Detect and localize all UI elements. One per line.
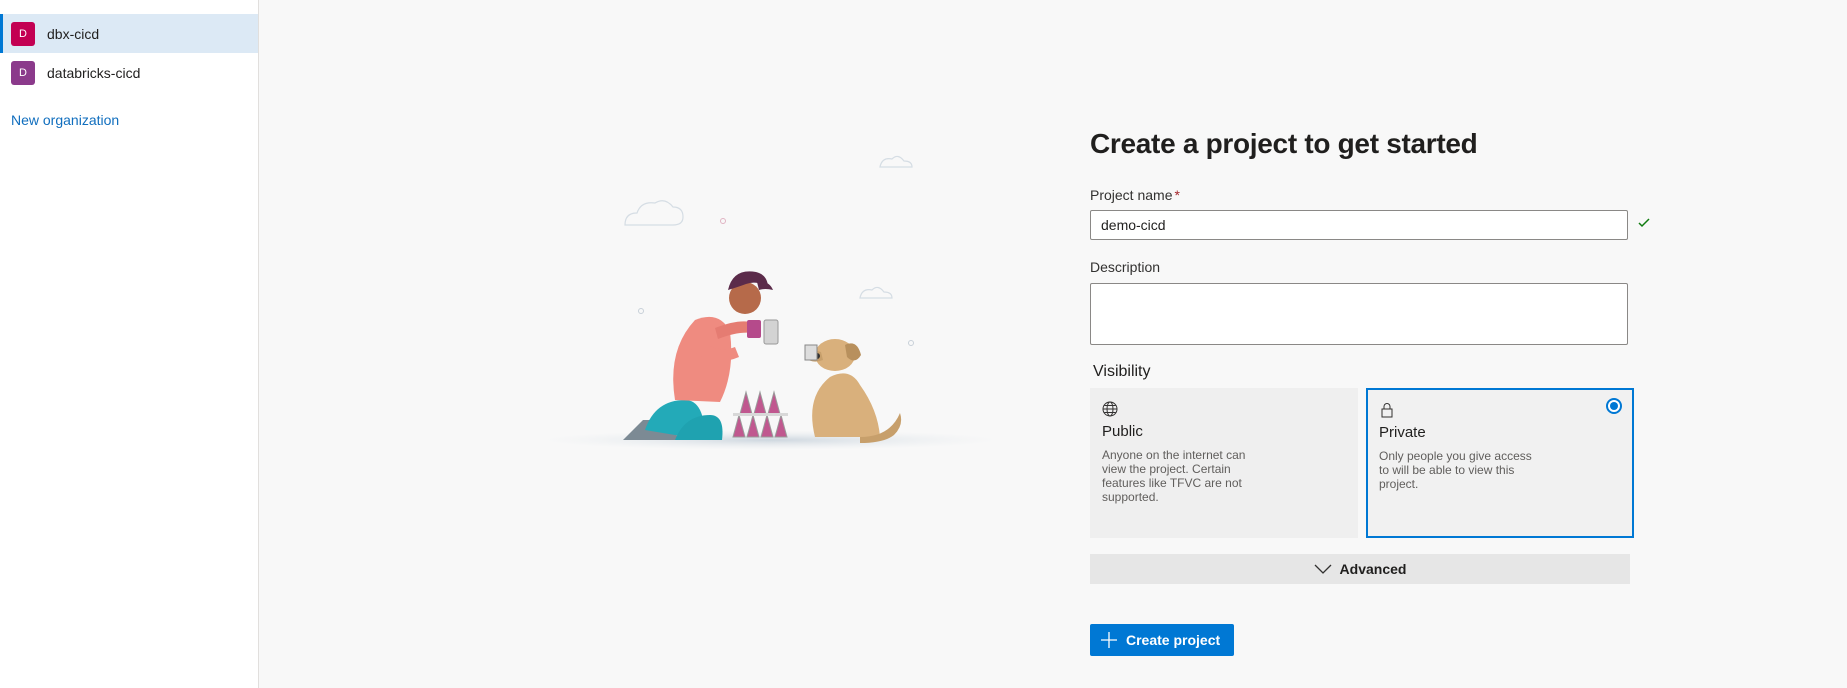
advanced-label: Advanced xyxy=(1339,561,1407,577)
description-label: Description xyxy=(1090,259,1161,275)
plus-icon xyxy=(1101,632,1117,648)
visibility-option-private[interactable]: Private Only people you give access to w… xyxy=(1366,388,1634,538)
org-avatar: D xyxy=(11,21,35,46)
org-label: databricks-cicd xyxy=(47,64,141,81)
org-label: dbx-cicd xyxy=(47,25,100,42)
checkmark-icon xyxy=(1638,216,1650,234)
org-item-databricks-cicd[interactable]: D databricks-cicd xyxy=(0,53,258,92)
project-name-label-text: Project name xyxy=(1090,187,1173,203)
org-avatar: D xyxy=(11,60,35,85)
private-option-title: Private xyxy=(1379,424,1426,441)
private-option-description: Only people you give access to will be a… xyxy=(1379,449,1532,491)
chevron-down-icon xyxy=(1314,564,1331,574)
page-title: Create a project to get started xyxy=(1090,128,1478,159)
globe-icon xyxy=(1102,401,1118,422)
project-name-input[interactable]: demo-cicd xyxy=(1090,210,1628,240)
description-input[interactable] xyxy=(1090,283,1628,345)
advanced-toggle[interactable]: Advanced xyxy=(1090,554,1630,584)
organization-sidebar: D dbx-cicd D databricks-cicd New organiz… xyxy=(0,0,259,688)
card-house-illustration xyxy=(535,140,1015,465)
private-radio-selected[interactable] xyxy=(1606,398,1622,414)
public-option-title: Public xyxy=(1102,423,1143,440)
create-project-label: Create project xyxy=(1126,632,1221,648)
required-marker: * xyxy=(1174,187,1180,203)
new-organization-link[interactable]: New organization xyxy=(11,112,119,128)
public-option-description: Anyone on the internet can view the proj… xyxy=(1102,448,1246,504)
org-item-dbx-cicd[interactable]: D dbx-cicd xyxy=(0,14,258,53)
project-name-label: Project name * xyxy=(1090,187,1180,203)
create-project-button[interactable]: Create project xyxy=(1090,624,1235,656)
lock-icon xyxy=(1379,402,1395,423)
visibility-label: Visibility xyxy=(1093,363,1151,380)
visibility-option-public[interactable]: Public Anyone on the internet can view t… xyxy=(1090,388,1358,538)
